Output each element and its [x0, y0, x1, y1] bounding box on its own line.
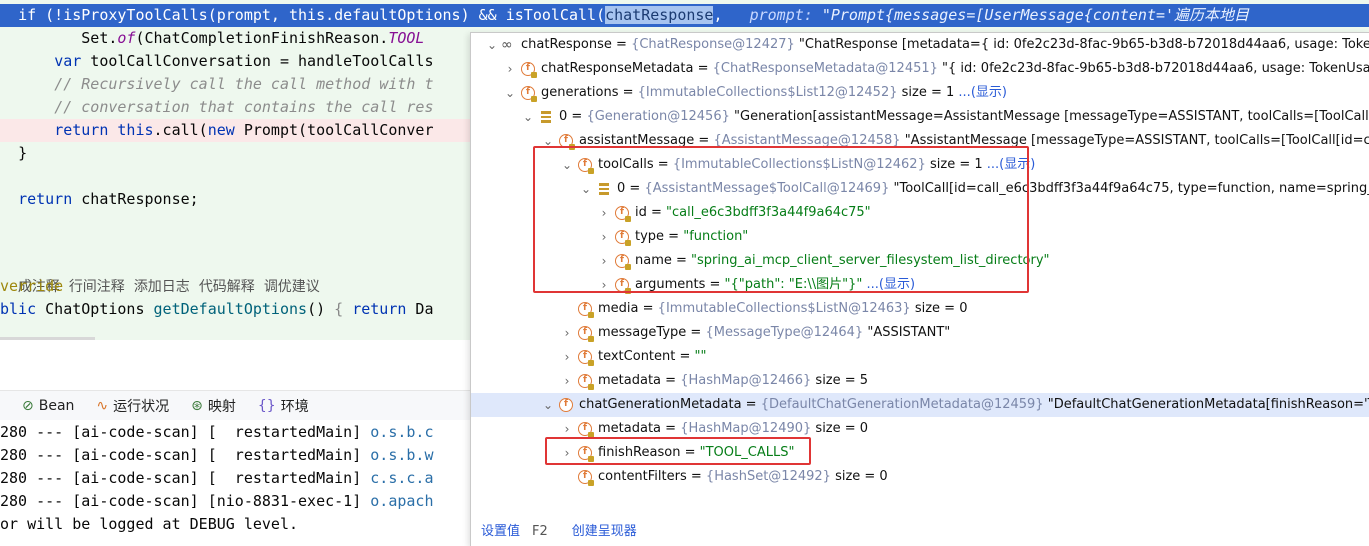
- health-icon: ∿: [96, 397, 109, 414]
- create-renderer-link[interactable]: 创建呈现器: [572, 524, 637, 539]
- log-line: or will be logged at DEBUG level.: [0, 515, 299, 533]
- tab-bean[interactable]: ⊘ Bean: [22, 398, 74, 414]
- field-icon: f: [578, 302, 594, 318]
- log-line: 280 --- [ai-code-scan] [ restartedMain] …: [0, 446, 434, 464]
- tab-health[interactable]: ∿ 运行状况: [96, 396, 169, 416]
- debug-variables-popup[interactable]: ⌄ ∞ chatResponse = {ChatResponse@12427} …: [470, 32, 1369, 546]
- log-line: 280 --- [ai-code-scan] [ restartedMain] …: [0, 423, 434, 441]
- chevron-down-icon[interactable]: ⌄: [541, 393, 555, 417]
- highlight-box-toolcalls: [533, 146, 1029, 293]
- tree-row-chatgenerationmetadata[interactable]: ⌄ f chatGenerationMetadata = {DefaultCha…: [471, 393, 1369, 417]
- tree-row-chatresponsemetadata[interactable]: › f chatResponseMetadata = {ChatResponse…: [471, 57, 1369, 81]
- watch-infinity-icon: ∞: [501, 37, 513, 53]
- bean-icon: ⊘: [22, 397, 34, 414]
- inlay-hint-value: "Prompt{messages=[UserMessage{content='遍…: [821, 6, 1250, 24]
- shortcut-label: F2: [532, 524, 548, 539]
- console-log[interactable]: 280 --- [ai-code-scan] [ restartedMain] …: [0, 421, 480, 546]
- chevron-down-icon[interactable]: ⌄: [485, 33, 499, 57]
- tree-row-generation-0[interactable]: ⌄ 0 = {Generation@12456} "Generation[ass…: [471, 105, 1369, 129]
- environment-icon: {}: [257, 397, 276, 414]
- tree-row-metadata[interactable]: › f metadata = {HashMap@12466} size = 5: [471, 369, 1369, 393]
- tab-environment[interactable]: {} 环境: [258, 396, 309, 416]
- field-icon: f: [578, 422, 594, 438]
- selected-variable[interactable]: chatResponse: [605, 6, 714, 24]
- ai-code-hints: 成注释 行间注释 添加日志 代码解释 调优建议: [0, 254, 329, 295]
- highlight-box-finishreason: [545, 437, 811, 465]
- field-icon: f: [559, 398, 573, 412]
- field-icon: f: [578, 350, 594, 366]
- field-icon: f: [578, 326, 594, 342]
- mapping-icon: ⊛: [191, 397, 203, 414]
- chevron-right-icon[interactable]: ›: [503, 57, 517, 81]
- tree-row-textcontent[interactable]: › f textContent = "": [471, 345, 1369, 369]
- field-icon: f: [578, 470, 594, 486]
- tab-mappings[interactable]: ⊛ 映射: [191, 396, 236, 416]
- log-line: 280 --- [ai-code-scan] [ restartedMain] …: [0, 469, 434, 487]
- code-line-condition[interactable]: if (!isProxyToolCalls(prompt, this.defau…: [0, 4, 1369, 27]
- tree-row-chatresponse[interactable]: ⌄ ∞ chatResponse = {ChatResponse@12427} …: [471, 33, 1369, 57]
- chevron-right-icon[interactable]: ›: [560, 345, 574, 369]
- field-icon: f: [578, 374, 594, 390]
- tree-row-generations[interactable]: ⌄ f generations = {ImmutableCollections$…: [471, 81, 1369, 105]
- popup-footer: 设置值 F2 创建呈现器: [471, 517, 1369, 546]
- chevron-right-icon[interactable]: ›: [560, 369, 574, 393]
- field-icon: f: [521, 86, 537, 102]
- field-icon: f: [521, 62, 537, 78]
- tree-row-messagetype[interactable]: › f messageType = {MessageType@12464} "A…: [471, 321, 1369, 345]
- chevron-down-icon[interactable]: ⌄: [503, 81, 517, 105]
- array-index-icon: [541, 111, 551, 123]
- log-line: 280 --- [ai-code-scan] [nio-8831-exec-1]…: [0, 492, 434, 510]
- chevron-down-icon[interactable]: ⌄: [521, 105, 535, 129]
- tree-row-contentfilters[interactable]: f contentFilters = {HashSet@12492} size …: [471, 465, 1369, 489]
- chevron-right-icon[interactable]: ›: [560, 321, 574, 345]
- set-value-link[interactable]: 设置值: [481, 524, 520, 539]
- inlay-hint-label: prompt:: [749, 6, 822, 24]
- tree-row-media[interactable]: f media = {ImmutableCollections$ListN@12…: [471, 297, 1369, 321]
- horizontal-scrollbar[interactable]: [0, 337, 95, 340]
- services-tool-tabs: ⊘ Bean ∿ 运行状况 ⊛ 映射 {} 环境: [0, 390, 480, 420]
